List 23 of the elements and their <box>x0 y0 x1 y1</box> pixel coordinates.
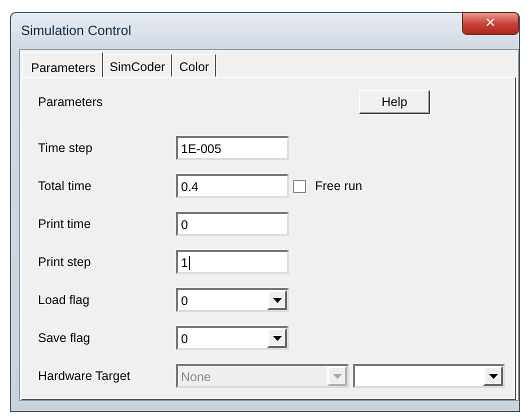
field-label: Load flag <box>38 293 90 307</box>
input-field[interactable]: 0 <box>176 212 289 236</box>
tab[interactable]: SimCoder <box>102 54 172 77</box>
field-label: Hardware Target <box>38 369 132 383</box>
tab[interactable]: Parameters <box>22 52 103 77</box>
section-label: Parameters <box>38 95 104 109</box>
dropdown[interactable]: 0 <box>176 326 289 350</box>
dropdown[interactable] <box>353 364 505 388</box>
field-label: Time step <box>38 141 94 155</box>
field-label: Print step <box>38 255 92 269</box>
field-label: Print time <box>38 217 92 231</box>
input-field[interactable]: 1 <box>176 250 289 274</box>
input-field[interactable]: 0.4 <box>176 174 289 198</box>
field-label: Save flag <box>38 331 92 345</box>
field-label: Total time <box>38 179 92 193</box>
dropdown[interactable]: 0 <box>176 288 289 312</box>
checkbox[interactable] <box>293 180 306 192</box>
checkbox-label[interactable]: Free run <box>315 179 362 193</box>
window-title: Simulation Control <box>21 23 132 38</box>
input-field[interactable]: 1E-005 <box>176 136 289 160</box>
close-button[interactable]: ✕ <box>462 12 519 35</box>
tab[interactable]: Color <box>172 54 216 77</box>
help-button[interactable]: Help <box>359 90 430 114</box>
